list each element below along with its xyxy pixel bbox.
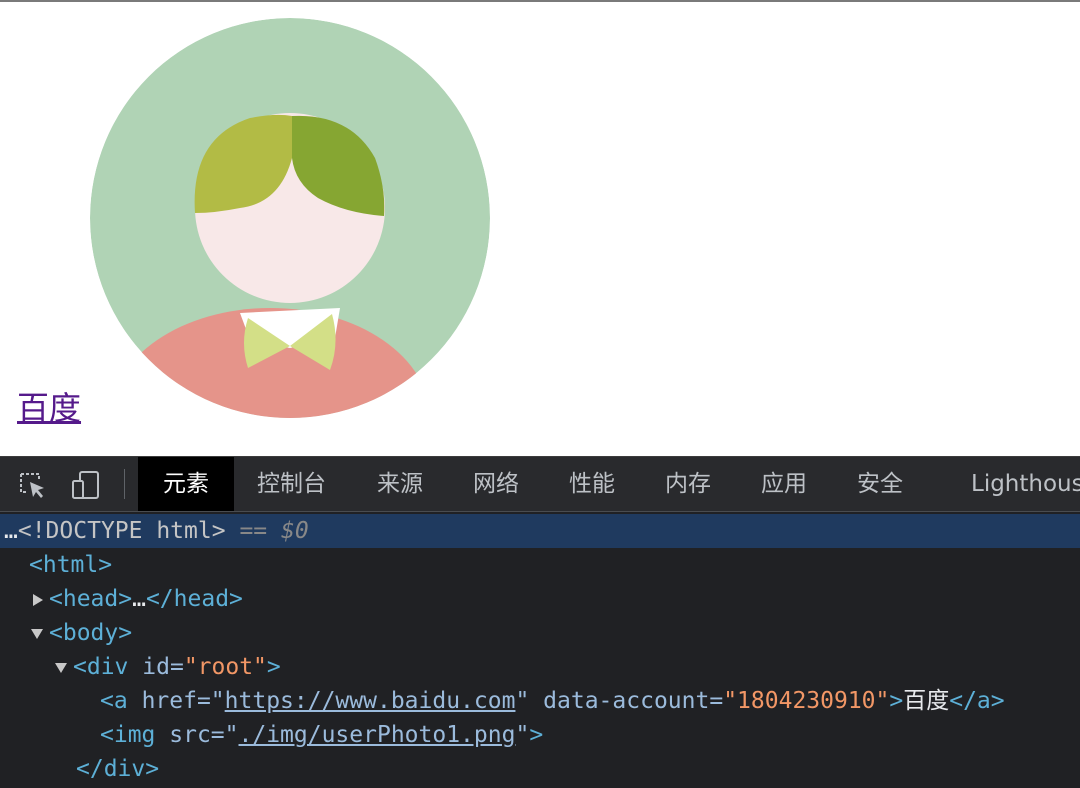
attr-eq-quote: ="	[196, 688, 225, 714]
body-open-tag: <body>	[49, 620, 133, 646]
a-href-link[interactable]: https://www.baidu.com	[225, 688, 516, 714]
ellipsis-marker[interactable]: …	[4, 518, 18, 544]
tab-memory[interactable]: 内存	[665, 457, 711, 511]
div-id-attr: id	[142, 654, 170, 680]
collapse-triangle-icon[interactable]	[31, 628, 43, 639]
expand-triangle-icon[interactable]	[33, 593, 43, 606]
doctype-text: <!DOCTYPE html>	[17, 518, 226, 544]
dom-node-img[interactable]: <img src="./img/userPhoto1.png">	[0, 718, 1080, 752]
div-open-tag: <div	[73, 654, 129, 680]
head-collapsed-ellipsis[interactable]: …	[132, 586, 146, 612]
a-data-account-attr: data-account	[543, 688, 710, 714]
equals-sign: =	[709, 688, 724, 714]
tag-close-bracket: >	[266, 654, 281, 680]
attr-quote: "	[515, 722, 530, 748]
device-toolbar-icon[interactable]	[70, 469, 102, 501]
tab-application[interactable]: 应用	[761, 457, 807, 511]
tab-elements[interactable]: 元素	[138, 457, 234, 511]
div-close-tag: </div>	[76, 756, 160, 782]
attr-quote: "	[515, 688, 530, 714]
selected-marker: == $0	[239, 518, 309, 544]
inspect-element-icon[interactable]	[16, 469, 48, 501]
equals-sign: =	[169, 654, 184, 680]
img-src-link[interactable]: ./img/userPhoto1.png	[239, 722, 516, 748]
baidu-link[interactable]: 百度	[17, 388, 81, 428]
img-src-attr: src	[169, 722, 211, 748]
img-open-tag: <img	[100, 722, 156, 748]
dom-node-div-close[interactable]: </div>	[0, 752, 1080, 786]
dom-node-a[interactable]: <a href="https://www.baidu.com" data-acc…	[0, 684, 1080, 718]
head-open-tag: <head>	[49, 586, 133, 612]
dom-node-body[interactable]: <body>	[0, 616, 1080, 650]
a-text-content: 百度	[903, 688, 950, 714]
dom-node-doctype[interactable]: …<!DOCTYPE html> == $0	[0, 514, 1080, 548]
a-href-attr: href	[141, 688, 197, 714]
attr-eq-quote: ="	[210, 722, 239, 748]
tab-network[interactable]: 网络	[473, 457, 519, 511]
dom-node-html[interactable]: <html>	[0, 548, 1080, 582]
page-viewport: 百度	[0, 0, 1080, 456]
div-id-value: "root"	[183, 654, 267, 680]
collapse-triangle-icon[interactable]	[55, 662, 67, 673]
devtools-panel: 元素 控制台 来源 网络 性能 内存 应用 安全 Lighthouse …<!D…	[0, 456, 1080, 788]
a-close-tag: </a>	[949, 688, 1005, 714]
tab-performance[interactable]: 性能	[569, 457, 615, 511]
a-open-tag: <a	[100, 688, 128, 714]
devtools-toolbar: 元素 控制台 来源 网络 性能 内存 应用 安全 Lighthouse	[0, 456, 1080, 512]
dom-node-div-root[interactable]: <div id="root">	[0, 650, 1080, 684]
html-open-tag: <html>	[29, 552, 113, 578]
toolbar-separator	[124, 469, 125, 499]
tab-sources[interactable]: 来源	[377, 457, 423, 511]
tag-close-bracket: >	[889, 688, 904, 714]
dom-node-head[interactable]: <head>…</head>	[0, 582, 1080, 616]
a-data-account-value: "1804230910"	[723, 688, 890, 714]
tab-lighthouse[interactable]: Lighthouse	[971, 457, 1080, 511]
tab-console[interactable]: 控制台	[257, 457, 326, 511]
head-close-tag: </head>	[145, 586, 243, 612]
dom-tree: …<!DOCTYPE html> == $0 <html> <head>…</h…	[0, 514, 1080, 786]
tag-close-bracket: >	[529, 722, 544, 748]
user-avatar-image	[90, 18, 490, 418]
tab-security[interactable]: 安全	[857, 457, 903, 511]
